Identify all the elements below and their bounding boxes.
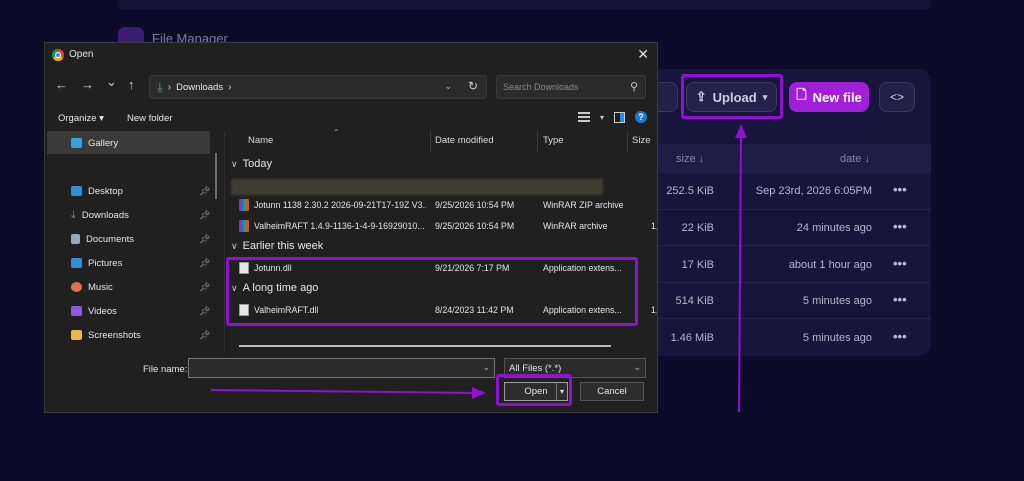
arrow-to-open xyxy=(210,387,486,399)
annotation-arrows xyxy=(210,124,747,413)
arrow-to-upload xyxy=(735,124,747,413)
